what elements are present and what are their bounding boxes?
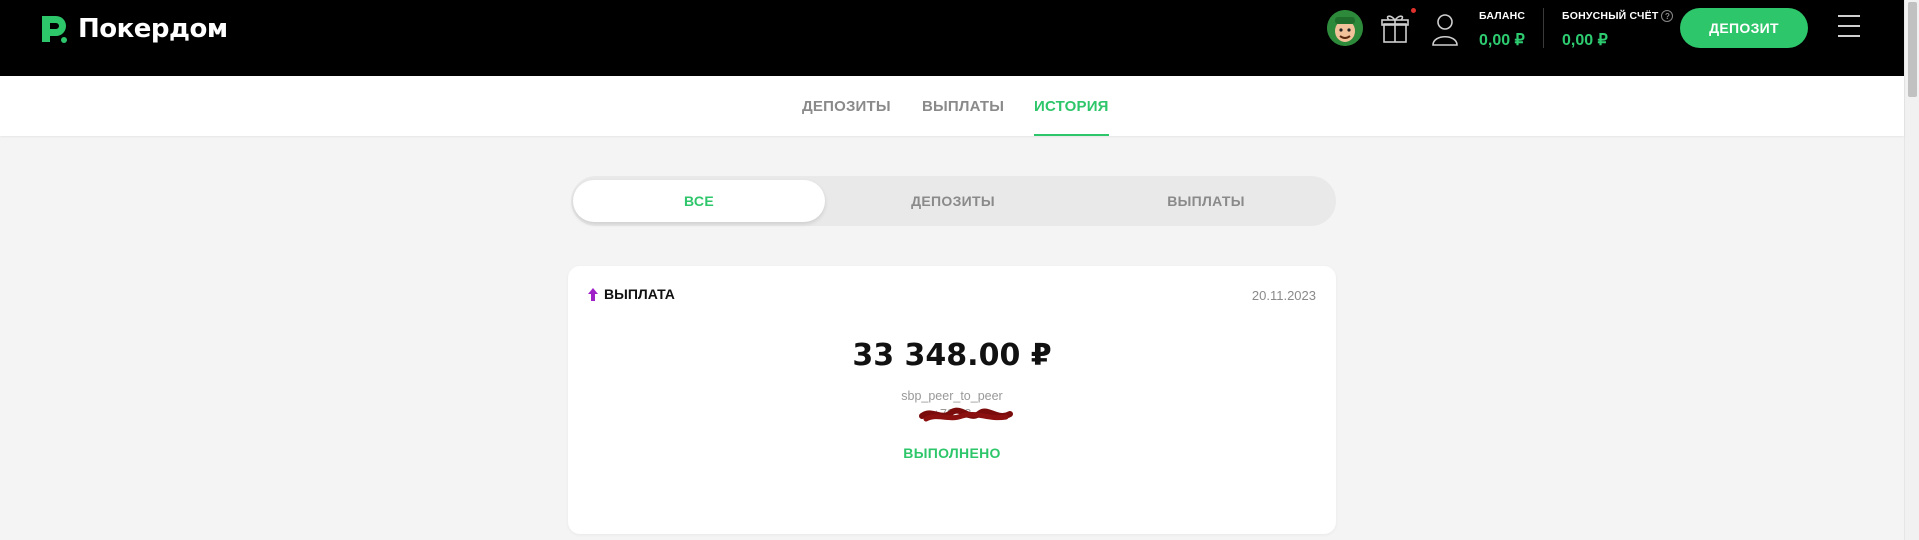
logo-icon <box>42 16 67 43</box>
payment-method: sbp_peer_to_peer <box>901 389 1003 403</box>
header-divider <box>1543 8 1544 48</box>
scrollbar-thumb[interactable] <box>1908 2 1917 97</box>
top-header: Покердом БАЛАНС 0,00 ₽ БОНУСНЫЙ СЧЁТ ? 0… <box>0 0 1904 76</box>
gift-icon[interactable] <box>1380 12 1410 44</box>
help-icon[interactable]: ? <box>1661 10 1674 22</box>
balance-block[interactable]: БАЛАНС 0,00 ₽ <box>1479 10 1525 50</box>
balance-label: БАЛАНС <box>1479 10 1526 22</box>
redaction-scribble <box>919 407 1013 422</box>
brand-logo[interactable]: Покердом <box>38 13 228 45</box>
tab-payouts[interactable]: ВЫПЛАТЫ <box>922 76 1004 136</box>
filter-deposits[interactable]: ДЕПОЗИТЫ <box>827 180 1079 222</box>
bonus-label: БОНУСНЫЙ СЧЁТ <box>1562 10 1659 22</box>
avatar[interactable] <box>1327 10 1363 46</box>
arrow-up-icon <box>588 287 598 301</box>
tab-history[interactable]: ИСТОРИЯ <box>1034 76 1109 136</box>
deposit-button[interactable]: ДЕПОЗИТ <box>1680 8 1808 48</box>
notification-dot <box>1409 6 1418 15</box>
filter-all[interactable]: ВСЕ <box>573 180 825 222</box>
transaction-amount: 33 348.00 ₽ <box>852 338 1052 373</box>
history-card[interactable]: ВЫПЛАТА 20.11.2023 33 348.00 ₽ sbp_peer_… <box>568 266 1336 534</box>
transaction-type-label: ВЫПЛАТА <box>604 286 675 302</box>
bonus-value: 0,00 ₽ <box>1562 32 1608 49</box>
cashier-tabs: ДЕПОЗИТЫ ВЫПЛАТЫ ИСТОРИЯ <box>0 76 1904 136</box>
balance-value: 0,00 ₽ <box>1479 32 1525 49</box>
filter-payouts[interactable]: ВЫПЛАТЫ <box>1080 180 1332 222</box>
user-icon[interactable] <box>1430 12 1460 46</box>
avatar-icon <box>1327 10 1363 46</box>
history-filter: ВСЕ ДЕПОЗИТЫ ВЫПЛАТЫ <box>571 176 1336 226</box>
page-scrollbar[interactable] <box>1904 0 1919 540</box>
tab-deposits[interactable]: ДЕПОЗИТЫ <box>802 76 891 136</box>
brand-name: Покердом <box>78 14 228 44</box>
transaction-date: 20.11.2023 <box>1251 288 1316 303</box>
menu-icon[interactable] <box>1838 15 1860 37</box>
transaction-status: ВЫПОЛНЕНО <box>903 445 1001 461</box>
bonus-block[interactable]: БОНУСНЫЙ СЧЁТ ? 0,00 ₽ <box>1562 10 1674 50</box>
transaction-type: ВЫПЛАТА <box>588 286 675 302</box>
